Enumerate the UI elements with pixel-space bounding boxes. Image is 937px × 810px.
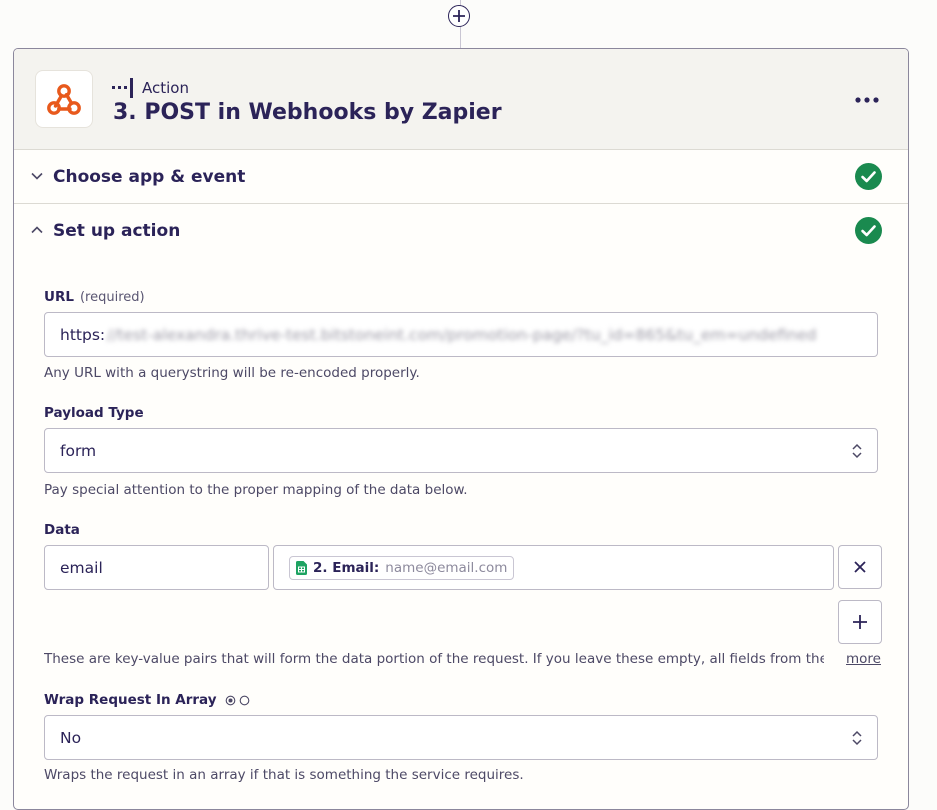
step-card: Action 3. POST in Webhooks by Zapier Cho… xyxy=(13,48,909,810)
remove-data-row-button[interactable] xyxy=(838,545,882,589)
section-label: Choose app & event xyxy=(53,166,246,187)
wrap-request-label-text: Wrap Request In Array xyxy=(44,692,217,708)
select-arrows-icon xyxy=(852,730,862,746)
payload-type-select[interactable]: form xyxy=(44,428,878,473)
url-label-text: URL xyxy=(44,289,74,305)
add-data-row-button[interactable] xyxy=(838,600,882,644)
google-sheets-icon xyxy=(296,560,307,575)
check-circle-icon xyxy=(855,217,882,244)
action-step-icon xyxy=(112,78,133,98)
data-label: Data xyxy=(44,522,80,538)
wrap-request-value: No xyxy=(60,728,82,747)
chevron-down-icon xyxy=(31,172,43,180)
section-choose-app-event[interactable]: Choose app & event xyxy=(14,150,908,204)
webhook-icon xyxy=(47,84,81,115)
pill-value: name@email.com xyxy=(385,559,508,576)
payload-type-help-text: Pay special attention to the proper mapp… xyxy=(44,482,468,498)
step-type: Action xyxy=(112,78,189,98)
add-step-button[interactable] xyxy=(448,5,470,27)
radio-options-icon[interactable] xyxy=(225,695,251,706)
payload-type-label: Payload Type xyxy=(44,405,144,421)
step-title[interactable]: 3. POST in Webhooks by Zapier xyxy=(113,100,502,125)
data-key-value: email xyxy=(60,558,103,577)
check-circle-icon xyxy=(855,163,882,190)
required-marker: (required) xyxy=(79,290,145,305)
step-type-label: Action xyxy=(142,79,189,97)
data-help-text: These are key-value pairs that will form… xyxy=(44,651,824,667)
chevron-up-icon xyxy=(31,226,43,234)
select-arrows-icon xyxy=(852,443,862,459)
plus-icon xyxy=(453,10,465,22)
url-value-prefix: https: xyxy=(60,325,106,344)
pill-key: 2. Email: xyxy=(313,559,380,576)
data-value-input[interactable]: 2. Email: name@email.com xyxy=(273,545,834,590)
data-key-input[interactable]: email xyxy=(44,545,269,590)
app-icon-tile xyxy=(35,70,93,128)
section-set-up-action[interactable]: Set up action xyxy=(14,204,908,257)
wrap-request-select[interactable]: No xyxy=(44,715,878,760)
plus-icon xyxy=(853,615,867,629)
url-label: URL (required) xyxy=(44,289,145,305)
step-header: Action 3. POST in Webhooks by Zapier xyxy=(14,49,908,150)
mapped-field-pill[interactable]: 2. Email: name@email.com xyxy=(289,555,515,580)
section-label: Set up action xyxy=(53,220,181,241)
wrap-request-label: Wrap Request In Array xyxy=(44,692,251,708)
url-value-redacted: //test-alexandra.thrive-test.bitstoneint… xyxy=(107,325,817,344)
url-help-text: Any URL with a querystring will be re-en… xyxy=(44,365,420,381)
step-menu-button[interactable] xyxy=(854,89,880,108)
more-horizontal-icon xyxy=(855,97,879,103)
wrap-request-help-text: Wraps the request in an array if that is… xyxy=(44,767,524,783)
close-icon xyxy=(854,561,866,573)
payload-type-value: form xyxy=(60,441,97,460)
more-link[interactable]: more xyxy=(846,651,881,667)
url-input[interactable]: https://test-alexandra.thrive-test.bitst… xyxy=(44,312,878,357)
